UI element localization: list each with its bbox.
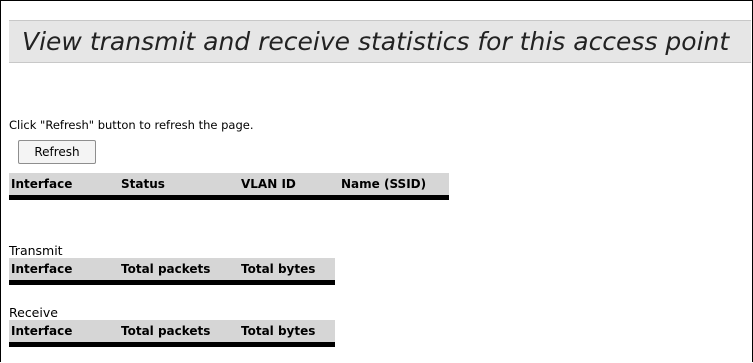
- transmit-label: Transmit: [9, 243, 63, 258]
- column-header-interface: Interface: [9, 258, 119, 285]
- column-header-total-packets: Total packets: [119, 320, 239, 347]
- page-title: View transmit and receive statistics for…: [22, 27, 730, 56]
- transmit-table: Interface Total packets Total bytes: [9, 258, 335, 285]
- column-header-total-packets: Total packets: [119, 258, 239, 285]
- refresh-hint: Click "Refresh" button to refresh the pa…: [9, 118, 254, 132]
- column-header-total-bytes: Total bytes: [239, 258, 335, 285]
- column-header-interface: Interface: [9, 320, 119, 347]
- refresh-button[interactable]: Refresh: [18, 140, 96, 164]
- receive-label: Receive: [9, 305, 58, 320]
- receive-table: Interface Total packets Total bytes: [9, 320, 335, 347]
- interfaces-table: Interface Status VLAN ID Name (SSID): [9, 173, 449, 200]
- page-header: View transmit and receive statistics for…: [9, 20, 751, 63]
- table-header-row: Interface Total packets Total bytes: [9, 320, 335, 347]
- column-header-vlan-id: VLAN ID: [239, 173, 339, 200]
- column-header-interface: Interface: [9, 173, 119, 200]
- table-header-row: Interface Total packets Total bytes: [9, 258, 335, 285]
- column-header-status: Status: [119, 173, 239, 200]
- column-header-total-bytes: Total bytes: [239, 320, 335, 347]
- column-header-name-ssid: Name (SSID): [339, 173, 449, 200]
- table-header-row: Interface Status VLAN ID Name (SSID): [9, 173, 449, 200]
